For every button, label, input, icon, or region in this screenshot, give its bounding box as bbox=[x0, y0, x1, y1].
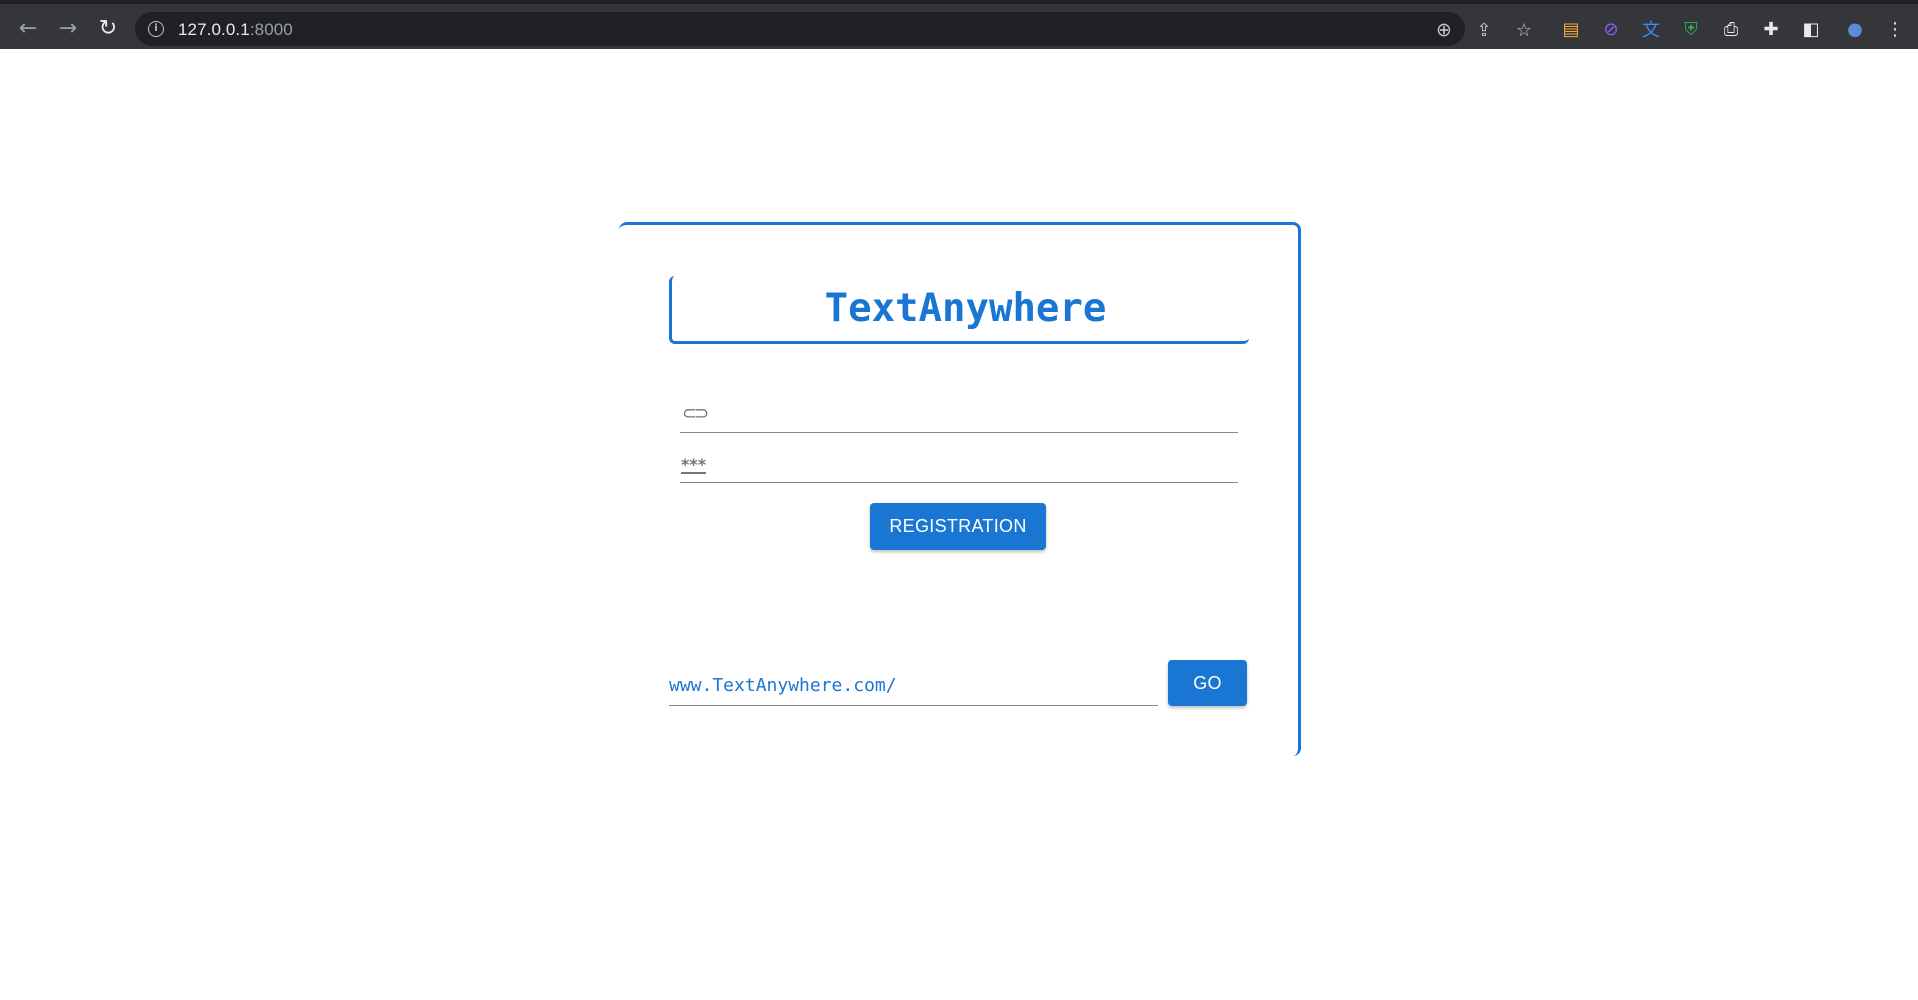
address-bar[interactable]: i 127.0.0.1:8000 ⊕ ⇪ ☆ bbox=[135, 12, 1532, 46]
password-field[interactable]: *** bbox=[680, 435, 1238, 483]
url-field[interactable]: www.TextAnywhere.com/ bbox=[669, 660, 1158, 706]
share-icon[interactable]: ⇪ bbox=[1472, 18, 1496, 42]
url-prefix: www.TextAnywhere.com/ bbox=[669, 675, 897, 696]
back-icon[interactable]: ← bbox=[12, 13, 44, 45]
url-input[interactable] bbox=[905, 671, 1150, 699]
password-icon: *** bbox=[681, 455, 707, 474]
link-input[interactable] bbox=[718, 398, 1228, 426]
page-title: TextAnywhere bbox=[824, 286, 1107, 331]
printer-extension-icon[interactable]: ⎙ bbox=[1718, 16, 1744, 42]
link-field[interactable]: ⊂⊃ bbox=[680, 385, 1238, 433]
browser-toolbar: ← → ↻ i 127.0.0.1:8000 ⊕ ⇪ ☆ ▤ ⊘ 文 ⛨ ⎙ ✚ ◧ ● ⋮ bbox=[0, 0, 1918, 49]
site-info-icon[interactable]: i bbox=[148, 21, 164, 37]
go-button[interactable]: GO bbox=[1168, 660, 1247, 706]
zoom-icon[interactable]: ⊕ bbox=[1432, 18, 1456, 42]
translate-extension-icon[interactable]: 文 bbox=[1638, 16, 1664, 42]
side-panel-icon[interactable]: ◧ bbox=[1798, 16, 1824, 42]
google-tasks-extension-icon[interactable]: ▤ bbox=[1558, 16, 1584, 42]
link-icon: ⊂⊃ bbox=[682, 403, 709, 424]
bookmark-star-icon[interactable]: ☆ bbox=[1512, 18, 1536, 42]
menu-kebab-icon[interactable]: ⋮ bbox=[1882, 16, 1908, 42]
title-box: TextAnywhere bbox=[669, 276, 1249, 344]
password-input[interactable] bbox=[718, 448, 1228, 476]
profile-avatar-icon[interactable]: ● bbox=[1842, 16, 1868, 42]
address-url[interactable]: 127.0.0.1:8000 bbox=[178, 20, 293, 40]
url-port: :8000 bbox=[249, 20, 293, 39]
reload-icon[interactable]: ↻ bbox=[92, 13, 124, 45]
forward-icon[interactable]: → bbox=[52, 13, 84, 45]
link-shortener-extension-icon[interactable]: ⊘ bbox=[1598, 16, 1624, 42]
registration-button[interactable]: REGISTRATION bbox=[870, 503, 1046, 550]
shield-extension-icon[interactable]: ⛨ bbox=[1678, 16, 1704, 42]
puzzle-extensions-icon[interactable]: ✚ bbox=[1758, 16, 1784, 42]
url-host: 127.0.0.1 bbox=[178, 20, 250, 39]
